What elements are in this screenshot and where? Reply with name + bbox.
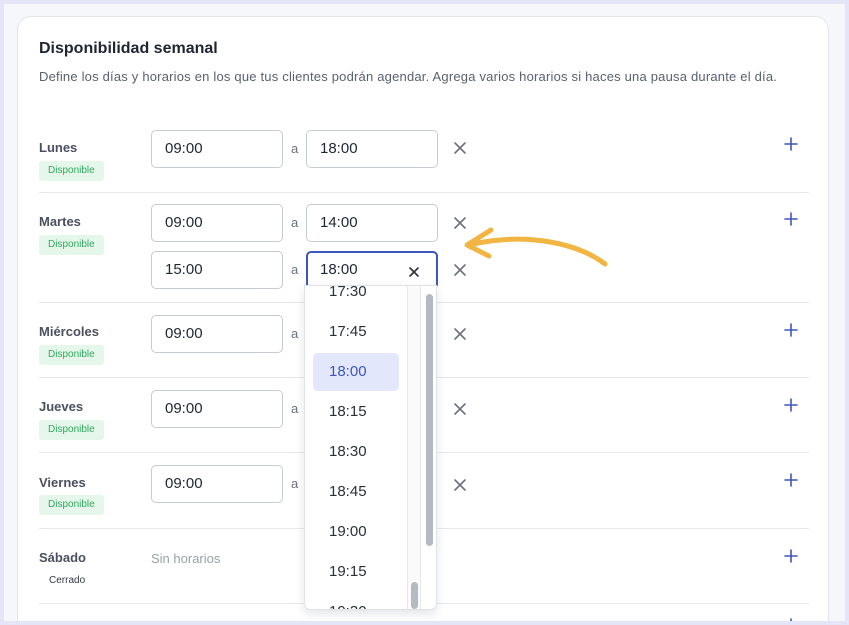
empty-state-text: Sin horarios [151, 551, 221, 566]
time-option[interactable]: 19:30 [313, 593, 399, 609]
outer-scrollbar-thumb[interactable] [426, 294, 433, 546]
day-name: Sábado [39, 550, 86, 565]
status-badge: Disponible [39, 235, 104, 255]
add-range-icon[interactable] [783, 548, 799, 564]
time-from-input[interactable]: 09:00 [151, 315, 283, 353]
time-option[interactable]: 17:45 [313, 313, 399, 351]
add-range-icon[interactable] [783, 472, 799, 488]
remove-range-icon[interactable] [452, 326, 468, 342]
status-badge: Disponible [39, 495, 104, 515]
time-from-input[interactable]: 09:00 [151, 390, 283, 428]
clear-icon[interactable] [407, 265, 421, 279]
time-option-selected[interactable]: 18:00 [313, 353, 399, 391]
time-from-input[interactable]: 09:00 [151, 130, 283, 168]
app-frame: Disponibilidad semanal Define los días y… [4, 4, 845, 621]
time-to-input[interactable]: 14:00 [306, 204, 438, 242]
time-option[interactable]: 18:45 [313, 473, 399, 511]
day-row-lunes: Lunes Disponible 09:00 a 18:00 [39, 127, 809, 193]
range-separator: a [291, 262, 299, 277]
time-from-input[interactable]: 09:00 [151, 465, 283, 503]
day-name: Viernes [39, 475, 86, 490]
time-from-input[interactable]: 09:00 [151, 204, 283, 242]
time-option[interactable]: 19:00 [313, 513, 399, 551]
inner-scrollbar[interactable] [407, 286, 421, 609]
status-badge: Disponible [39, 420, 104, 440]
status-badge: Cerrado [49, 575, 86, 586]
add-range-icon[interactable] [783, 211, 799, 227]
section-title: Disponibilidad semanal [39, 40, 218, 57]
day-name: Miércoles [39, 324, 99, 339]
time-options-list[interactable]: 17:30 17:45 18:00 18:15 18:30 18:45 19:0… [305, 286, 407, 609]
annotation-arrow-icon [464, 227, 608, 267]
time-dropdown[interactable]: 17:30 17:45 18:00 18:15 18:30 18:45 19:0… [304, 285, 437, 610]
status-badge: Disponible [39, 345, 104, 365]
add-range-icon[interactable] [783, 136, 799, 152]
remove-range-icon[interactable] [452, 477, 468, 493]
add-range-icon[interactable] [783, 322, 799, 338]
remove-range-icon[interactable] [452, 140, 468, 156]
time-option[interactable]: 19:15 [313, 553, 399, 591]
time-option[interactable]: 17:30 [313, 286, 399, 311]
range-separator: a [291, 401, 299, 416]
range-separator: a [291, 476, 299, 491]
add-range-icon[interactable] [783, 397, 799, 413]
range-separator: a [291, 326, 299, 341]
time-option[interactable]: 18:30 [313, 433, 399, 471]
inner-scrollbar-thumb[interactable] [411, 582, 418, 609]
remove-range-icon[interactable] [452, 401, 468, 417]
status-badge: Disponible [39, 161, 104, 181]
range-separator: a [291, 215, 299, 230]
time-from-input[interactable]: 15:00 [151, 251, 283, 289]
section-description: Define los días y horarios en los que tu… [39, 69, 778, 84]
add-range-icon[interactable] [783, 617, 799, 621]
range-separator: a [291, 141, 299, 156]
time-to-input[interactable]: 18:00 [306, 130, 438, 168]
day-name: Jueves [39, 399, 84, 414]
day-name: Martes [39, 214, 81, 229]
day-name: Lunes [39, 140, 78, 155]
time-option[interactable]: 18:15 [313, 393, 399, 431]
